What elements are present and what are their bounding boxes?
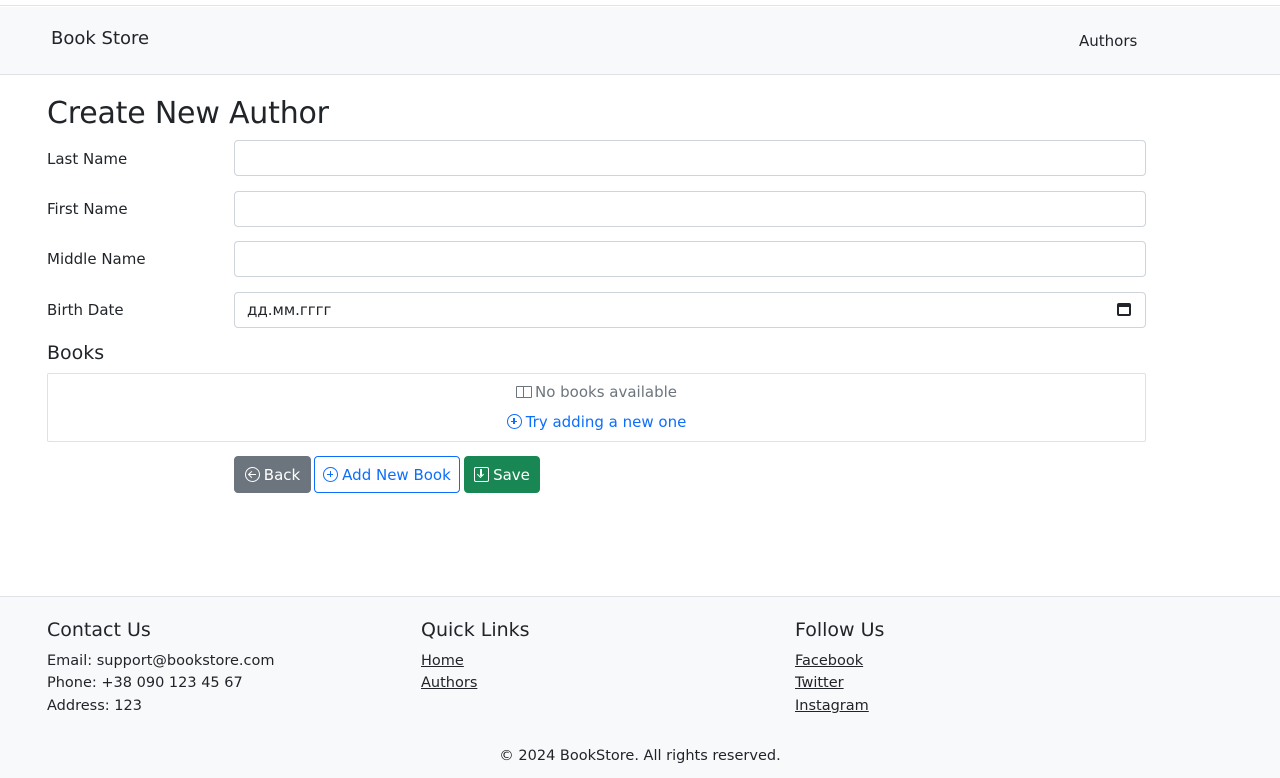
brand-link[interactable]: Book Store (51, 28, 149, 49)
copyright-text: © 2024 BookStore. All rights reserved. (499, 748, 781, 764)
footer-link-authors[interactable]: Authors (421, 675, 477, 691)
first-name-input[interactable] (234, 191, 1146, 227)
try-adding-text: Try adding a new one (525, 413, 687, 431)
save-icon (474, 467, 490, 482)
footer-link-home[interactable]: Home (421, 653, 464, 669)
footer: Contact Us Email: support@bookstore.com … (0, 596, 1280, 778)
add-new-book-label: Add New Book (342, 465, 451, 484)
books-heading: Books (47, 342, 105, 364)
try-adding-link[interactable]: Try adding a new one (48, 413, 1145, 431)
no-books-text: No books available (534, 383, 678, 401)
birth-date-placeholder: дд.мм.гггг (247, 301, 332, 319)
quick-links-heading: Quick Links (421, 619, 530, 641)
first-name-label: First Name (47, 200, 128, 218)
page-title: Create New Author (47, 96, 329, 131)
back-button[interactable]: Back (234, 456, 311, 493)
middle-name-input[interactable] (234, 241, 1146, 277)
birth-date-label: Birth Date (47, 301, 124, 319)
calendar-icon[interactable] (1117, 303, 1131, 316)
save-button[interactable]: Save (464, 456, 540, 493)
footer-link-facebook[interactable]: Facebook (795, 653, 863, 669)
footer-link-twitter[interactable]: Twitter (795, 675, 844, 691)
last-name-input[interactable] (234, 140, 1146, 176)
contact-phone: Phone: +38 090 123 45 67 (47, 675, 243, 691)
follow-heading: Follow Us (795, 619, 885, 641)
footer-link-instagram[interactable]: Instagram (795, 698, 869, 714)
save-button-label: Save (493, 465, 530, 484)
no-books-message: No books available (48, 383, 1145, 401)
navbar: Book Store Authors (0, 7, 1280, 75)
books-list: No books available Try adding a new one (47, 373, 1146, 442)
back-button-label: Back (263, 465, 301, 484)
plus-circle-icon (323, 467, 339, 482)
birth-date-input[interactable]: дд.мм.гггг (234, 292, 1146, 328)
contact-address: Address: 123 (47, 698, 142, 714)
plus-circle-icon (506, 414, 522, 429)
book-icon (515, 386, 532, 398)
arrow-left-circle-icon (244, 467, 260, 482)
add-new-book-button[interactable]: Add New Book (314, 456, 460, 493)
top-border (0, 0, 1280, 6)
last-name-label: Last Name (47, 150, 128, 168)
contact-email: Email: support@bookstore.com (47, 653, 275, 669)
contact-heading: Contact Us (47, 619, 151, 641)
middle-name-label: Middle Name (47, 250, 146, 268)
nav-link-authors[interactable]: Authors (1079, 32, 1137, 50)
